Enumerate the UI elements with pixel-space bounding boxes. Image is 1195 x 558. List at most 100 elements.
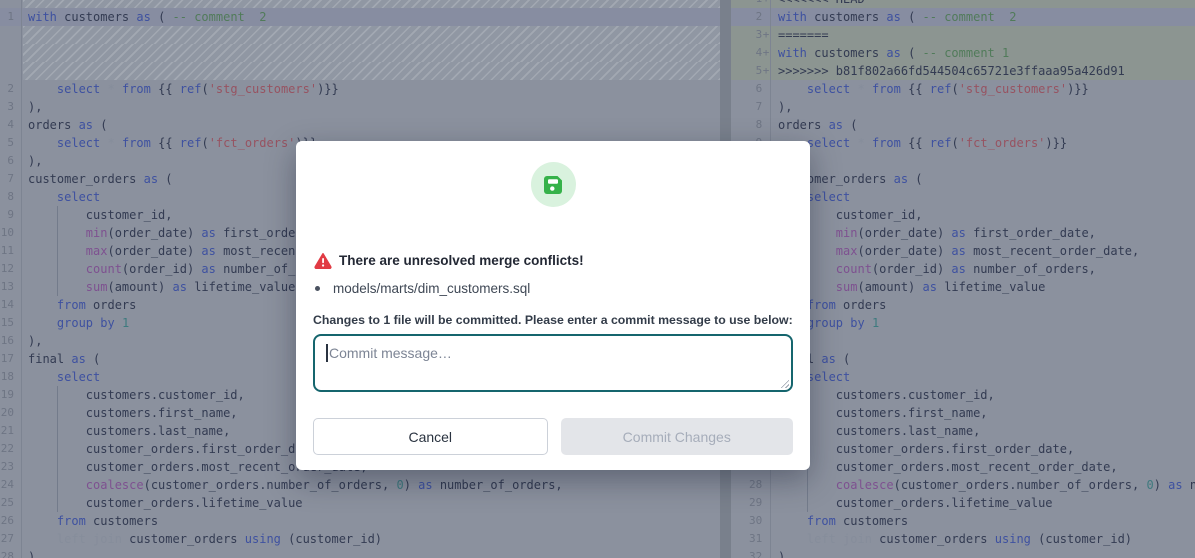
bullet-dot xyxy=(315,286,320,291)
code-line[interactable]: 5+ >>>>>>> b81f802a66fd544504c65721e3ffaa… xyxy=(731,62,1195,80)
diff-gap-row[interactable] xyxy=(0,62,720,80)
commit-message-input[interactable]: Commit message… xyxy=(313,334,793,392)
cancel-button[interactable]: Cancel xyxy=(313,418,548,455)
code-line[interactable]: 3+======= xyxy=(731,26,1195,44)
code-line[interactable]: 6 select * from {{ ref('stg_customers')}… xyxy=(731,80,1195,98)
code-text: orders as ( xyxy=(28,116,720,134)
code-line[interactable]: 30 from customers xyxy=(731,512,1195,530)
line-number-gutter: 2 xyxy=(0,80,22,98)
diff-gap-hatch xyxy=(23,0,720,8)
code-text: final as ( xyxy=(778,350,1195,368)
code-line[interactable]: 2 with customers as ( -- comment 2 xyxy=(731,8,1195,26)
code-text: >>>>>>> b81f802a66fd544504c65721e3ffaaa9… xyxy=(778,62,1195,80)
text-caret xyxy=(326,344,328,362)
code-text: ), xyxy=(778,98,1195,116)
code-text: left join customer_orders using (custome… xyxy=(778,530,1195,548)
commit-changes-modal: Commit Changes There are unresolved merg… xyxy=(296,141,810,470)
resize-handle-icon[interactable] xyxy=(779,378,789,388)
conflict-file-item: models/marts/dim_customers.sql xyxy=(315,281,530,296)
code-text: customers.last_name, xyxy=(778,422,1195,440)
code-line[interactable]: 8 orders as ( xyxy=(731,116,1195,134)
code-line[interactable]: 28 coalesce(customer_orders.number_of_or… xyxy=(731,476,1195,494)
line-number-gutter: 29 xyxy=(731,494,771,512)
diff-gap-row[interactable] xyxy=(0,26,720,44)
line-number-gutter: 28 xyxy=(0,548,22,558)
indent-guide xyxy=(57,386,58,404)
line-number-gutter: 26 xyxy=(0,512,22,530)
code-line[interactable]: 1+<<<<<<< HEAD xyxy=(731,0,1195,8)
indent-guide xyxy=(57,422,58,440)
code-text: customer_id, xyxy=(778,206,1195,224)
diff-gap-hatch xyxy=(23,62,720,80)
diff-gap-row[interactable] xyxy=(0,44,720,62)
warning-text: There are unresolved merge conflicts! xyxy=(339,253,584,268)
line-number-gutter: 20 xyxy=(0,404,22,422)
line-number-gutter: 16 xyxy=(0,332,22,350)
code-line[interactable]: 1with customers as ( -- comment 2 xyxy=(0,8,720,26)
line-number-gutter: 7 xyxy=(0,170,22,188)
code-line[interactable]: 28) xyxy=(0,548,720,558)
commit-changes-button[interactable]: Commit Changes xyxy=(561,418,794,455)
diff-gap-row[interactable] xyxy=(0,0,720,8)
indent-guide xyxy=(807,476,808,494)
line-number-gutter: 17 xyxy=(0,350,22,368)
code-text: ), xyxy=(778,152,1195,170)
code-text: customer_orders.first_order_date, xyxy=(778,440,1195,458)
line-number-gutter: 1+ xyxy=(731,0,771,8)
code-text: from orders xyxy=(778,296,1195,314)
indent-guide xyxy=(57,260,58,278)
line-number-gutter: 10 xyxy=(0,224,22,242)
code-line[interactable]: 4+with customers as ( -- comment 1 xyxy=(731,44,1195,62)
indent-guide xyxy=(57,440,58,458)
code-text: customer_orders.lifetime_value xyxy=(778,494,1195,512)
indent-guide xyxy=(57,476,58,494)
code-text: sum(amount) as lifetime_value xyxy=(778,278,1195,296)
line-number-gutter: 23 xyxy=(0,458,22,476)
line-number-gutter: 24 xyxy=(0,476,22,494)
line-number-gutter: 5+ xyxy=(731,62,771,80)
code-text: with customers as ( -- comment 2 xyxy=(778,8,1195,26)
indent-guide xyxy=(57,404,58,422)
line-number-gutter: 6 xyxy=(0,152,22,170)
code-line[interactable]: 3), xyxy=(0,98,720,116)
code-line[interactable]: 24 coalesce(customer_orders.number_of_or… xyxy=(0,476,720,494)
code-text: select * from {{ ref('fct_orders')}} xyxy=(778,134,1195,152)
line-number-gutter: 18 xyxy=(0,368,22,386)
code-text: customers.first_name, xyxy=(778,404,1195,422)
code-text: count(order_id) as number_of_orders, xyxy=(778,260,1195,278)
indent-guide xyxy=(57,224,58,242)
conflict-file-path: models/marts/dim_customers.sql xyxy=(333,281,530,296)
line-number-gutter: 3+ xyxy=(731,26,771,44)
code-text: select * from {{ ref('stg_customers')}} xyxy=(778,80,1195,98)
line-number-gutter: 15 xyxy=(0,314,22,332)
code-text: ) xyxy=(778,548,1195,558)
line-number-gutter: 2 xyxy=(731,8,771,26)
modal-button-row: Cancel Commit Changes xyxy=(313,418,793,455)
indent-guide xyxy=(57,494,58,512)
line-number-gutter xyxy=(0,44,22,62)
code-text: ), xyxy=(28,98,720,116)
code-text: coalesce(customer_orders.number_of_order… xyxy=(778,476,1195,494)
code-line[interactable]: 26 from customers xyxy=(0,512,720,530)
code-line[interactable]: 31 left join customer_orders using (cust… xyxy=(731,530,1195,548)
commit-message-placeholder: Commit message… xyxy=(329,345,452,361)
line-number-gutter: 14 xyxy=(0,296,22,314)
code-line[interactable]: 2 select * from {{ ref('stg_customers')}… xyxy=(0,80,720,98)
code-line[interactable]: 4orders as ( xyxy=(0,116,720,134)
line-number-gutter: 21 xyxy=(0,422,22,440)
code-line[interactable]: 29 customer_orders.lifetime_value xyxy=(731,494,1195,512)
code-line[interactable]: 25 customer_orders.lifetime_value xyxy=(0,494,720,512)
commit-message-label: Changes to 1 file will be committed. Ple… xyxy=(313,313,793,327)
line-number-gutter: 7 xyxy=(731,98,771,116)
line-number-gutter: 13 xyxy=(0,278,22,296)
code-line[interactable]: 32) xyxy=(731,548,1195,558)
line-number-gutter: 8 xyxy=(731,116,771,134)
code-line[interactable]: 7), xyxy=(731,98,1195,116)
code-text: orders as ( xyxy=(778,116,1195,134)
line-number-gutter: 31 xyxy=(731,530,771,548)
line-number-gutter: 6 xyxy=(731,80,771,98)
indent-guide xyxy=(57,458,58,476)
code-text: customer_orders.lifetime_value xyxy=(28,494,720,512)
code-line[interactable]: 27 left join customer_orders using (cust… xyxy=(0,530,720,548)
indent-guide xyxy=(807,494,808,512)
